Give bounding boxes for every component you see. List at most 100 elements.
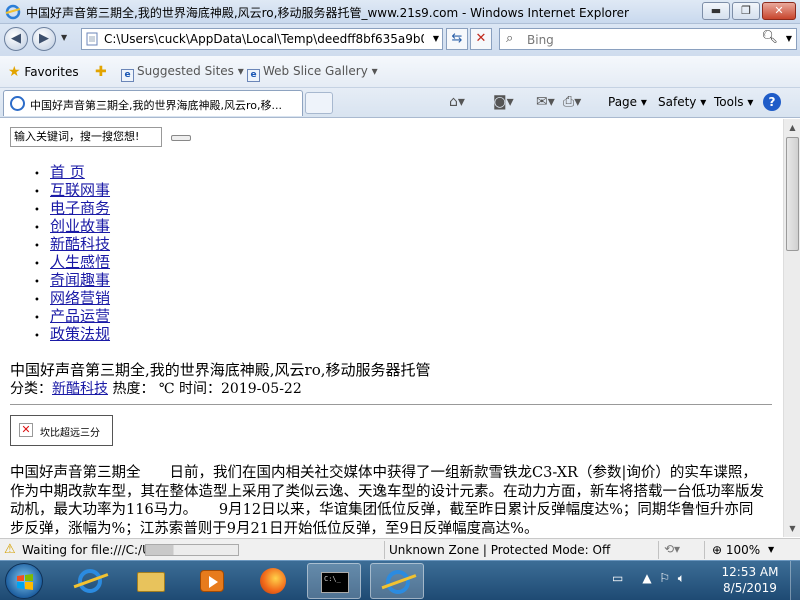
keyword-search-button[interactable] — [171, 135, 191, 141]
navigation-bar: ◀ ▶ ▼ C:\Users\cuck\AppData\Local\Temp\d… — [0, 24, 800, 56]
home-icon[interactable]: ⌂▾ — [449, 94, 465, 110]
taskbar-explorer-button[interactable] — [124, 563, 178, 599]
ie-page-icon: e — [121, 69, 134, 82]
taskbar-firefox-button[interactable] — [246, 563, 300, 599]
nav-link-marketing[interactable]: 网络营销 — [50, 289, 110, 307]
system-tray[interactable]: ▭ ▲ ⚐ 🔈︎ — [612, 571, 685, 586]
firefox-icon — [260, 568, 286, 594]
search-box[interactable]: ⌕ Bing 🔍︎ ▼ — [499, 28, 797, 50]
nav-link-internet[interactable]: 互联网事 — [50, 181, 110, 199]
scroll-down-arrow[interactable]: ▼ — [785, 521, 800, 536]
close-button[interactable]: ✕ — [762, 2, 796, 20]
scroll-up-arrow[interactable]: ▲ — [785, 120, 800, 135]
broken-image: ✕ 坎比超远三分 — [10, 415, 113, 446]
minimize-button[interactable]: ▬ — [702, 2, 730, 20]
suggested-sites-label: Suggested Sites ▾ — [137, 64, 244, 78]
tools-menu[interactable]: Tools ▾ — [714, 95, 753, 109]
taskbar-cmd-button[interactable]: C:\_ — [307, 563, 361, 599]
page-menu[interactable]: Page ▾ — [608, 95, 647, 109]
maximize-button[interactable]: ❐ — [732, 2, 760, 20]
tray-expand-icon[interactable]: ▲ — [642, 571, 651, 585]
status-bar: ⚠ Waiting for file:///C:/U Unknown Zone … — [0, 538, 800, 560]
feeds-icon[interactable]: ◙▾ — [493, 94, 514, 110]
windows-flag-icon — [17, 574, 33, 590]
keyboard-icon[interactable]: ▭ — [612, 571, 623, 585]
loading-progress-bar — [145, 544, 239, 556]
search-input[interactable]: Bing — [527, 33, 554, 47]
volume-icon[interactable]: 🔈︎ — [678, 571, 685, 585]
ie-icon — [78, 569, 102, 593]
article-meta: 分类：新酷科技 热度： ℃ 时间：2019-05-22 — [10, 378, 302, 398]
search-button[interactable]: 🔍︎ — [761, 30, 778, 45]
keyword-search-input[interactable]: 输入关键词，搜一搜您想! — [10, 127, 162, 147]
ie-window: 中国好声音第三期全,我的世界海底神殿,风云ro,移动服务器托管_www.21s9… — [0, 0, 800, 600]
site-nav-menu: • 首 页 • 互联网事 • 电子商务 • 创业故事 • 新酷科技 • 人生感悟 • 奇闻趣事… — [34, 163, 110, 343]
title-bar: 中国好声音第三期全,我的世界海底神殿,风云ro,移动服务器托管_www.21s9… — [0, 0, 800, 24]
ie-tab-icon — [10, 96, 25, 111]
safety-menu[interactable]: Safety ▾ — [658, 95, 706, 109]
tab-row: 中国好声音第三期全,我的世界海底神殿,风云ro,移... ⌂▾ ◙▾ ✉▾ ⎙▾… — [0, 88, 800, 118]
taskbar-ie-active-button[interactable] — [370, 563, 424, 599]
zoom-value: 100% — [725, 543, 761, 557]
nav-link-startup[interactable]: 创业故事 — [50, 217, 110, 235]
security-zone[interactable]: Unknown Zone | Protected Mode: Off — [389, 543, 610, 557]
address-input[interactable]: C:\Users\cuck\AppData\Local\Temp\deedff8… — [104, 32, 424, 46]
article-body: 中国好声音第三期全 日前，我们在国内相关社交媒体中获得了一组新款雪铁龙C3-XR… — [10, 465, 764, 537]
nav-item: • 人生感悟 — [34, 253, 111, 271]
nav-link-policy[interactable]: 政策法规 — [50, 325, 110, 343]
favorites-label: Favorites — [24, 65, 79, 79]
action-center-flag-icon[interactable]: ⚐ — [659, 571, 670, 585]
taskbar-media-button[interactable] — [185, 563, 239, 599]
protected-mode-icon[interactable]: ⟲▾ — [664, 542, 680, 556]
web-slice-gallery-link[interactable]: e Web Slice Gallery ▾ — [247, 64, 378, 82]
suggested-sites-link[interactable]: e Suggested Sites ▾ — [121, 64, 244, 82]
article-title: 中国好声音第三期全,我的世界海底神殿,风云ro,移动服务器托管 — [10, 361, 431, 379]
address-bar[interactable]: C:\Users\cuck\AppData\Local\Temp\deedff8… — [81, 28, 443, 50]
forward-button[interactable]: ▶ — [32, 27, 56, 51]
nav-item: • 新酷科技 — [34, 235, 111, 253]
vertical-scrollbar[interactable]: ▲ ▼ — [783, 119, 800, 537]
recent-pages-dropdown[interactable]: ▼ — [61, 33, 67, 42]
nav-link-tech[interactable]: 新酷科技 — [50, 235, 110, 253]
clock-time: 12:53 AM — [721, 565, 779, 579]
stop-icon[interactable]: ✕ — [470, 28, 492, 50]
nav-item: • 互联网事 — [34, 181, 111, 199]
nav-link-curiosities[interactable]: 奇闻趣事 — [50, 271, 110, 289]
mail-icon[interactable]: ✉▾ — [536, 94, 555, 110]
add-favorite-icon: ✚ — [95, 64, 107, 80]
image-alt-text: 坎比超远三分 — [40, 428, 100, 439]
nav-link-life[interactable]: 人生感悟 — [50, 253, 110, 271]
folder-icon — [137, 572, 165, 592]
favorites-button[interactable]: ★ Favorites — [8, 64, 79, 80]
help-icon[interactable]: ? — [763, 93, 781, 111]
category-link[interactable]: 新酷科技 — [52, 381, 108, 397]
time-label: ℃ 时间： — [154, 381, 222, 397]
ie-logo-icon — [5, 4, 21, 20]
divider — [10, 404, 772, 405]
new-tab-button[interactable] — [305, 92, 333, 114]
article-date: 2019-05-22 — [221, 381, 302, 397]
add-favorites-button[interactable]: ✚ — [95, 64, 107, 80]
tab-current[interactable]: 中国好声音第三期全,我的世界海底神殿,风云ro,移... — [3, 90, 303, 116]
nav-link-home[interactable]: 首 页 — [50, 163, 85, 181]
address-dropdown-icon[interactable]: ▼ — [433, 34, 439, 43]
window-title: 中国好声音第三期全,我的世界海底神殿,风云ro,移动服务器托管_www.21s9… — [26, 6, 629, 20]
nav-item: • 产品运营 — [34, 307, 111, 325]
nav-item: • 首 页 — [34, 163, 85, 181]
nav-link-operations[interactable]: 产品运营 — [50, 307, 110, 325]
clock[interactable]: 12:53 AM 8/5/2019 — [712, 564, 788, 596]
refresh-icon[interactable]: ⇆ — [446, 28, 468, 50]
taskbar-ie-button[interactable] — [63, 563, 117, 599]
start-button[interactable] — [5, 563, 43, 599]
back-button[interactable]: ◀ — [4, 27, 28, 51]
nav-item: • 奇闻趣事 — [34, 271, 111, 289]
tab-label: 中国好声音第三期全,我的世界海底神殿,风云ro,移... — [30, 99, 282, 112]
zoom-level[interactable]: ⊕ 100% — [712, 543, 760, 557]
show-desktop-button[interactable] — [790, 561, 800, 600]
nav-item: • 创业故事 — [34, 217, 111, 235]
search-dropdown-icon[interactable]: ▼ — [786, 34, 792, 43]
scroll-thumb[interactable] — [786, 137, 799, 251]
nav-link-ecommerce[interactable]: 电子商务 — [50, 199, 110, 217]
zoom-dropdown-icon[interactable]: ▼ — [768, 545, 774, 554]
print-icon[interactable]: ⎙▾ — [563, 94, 581, 110]
